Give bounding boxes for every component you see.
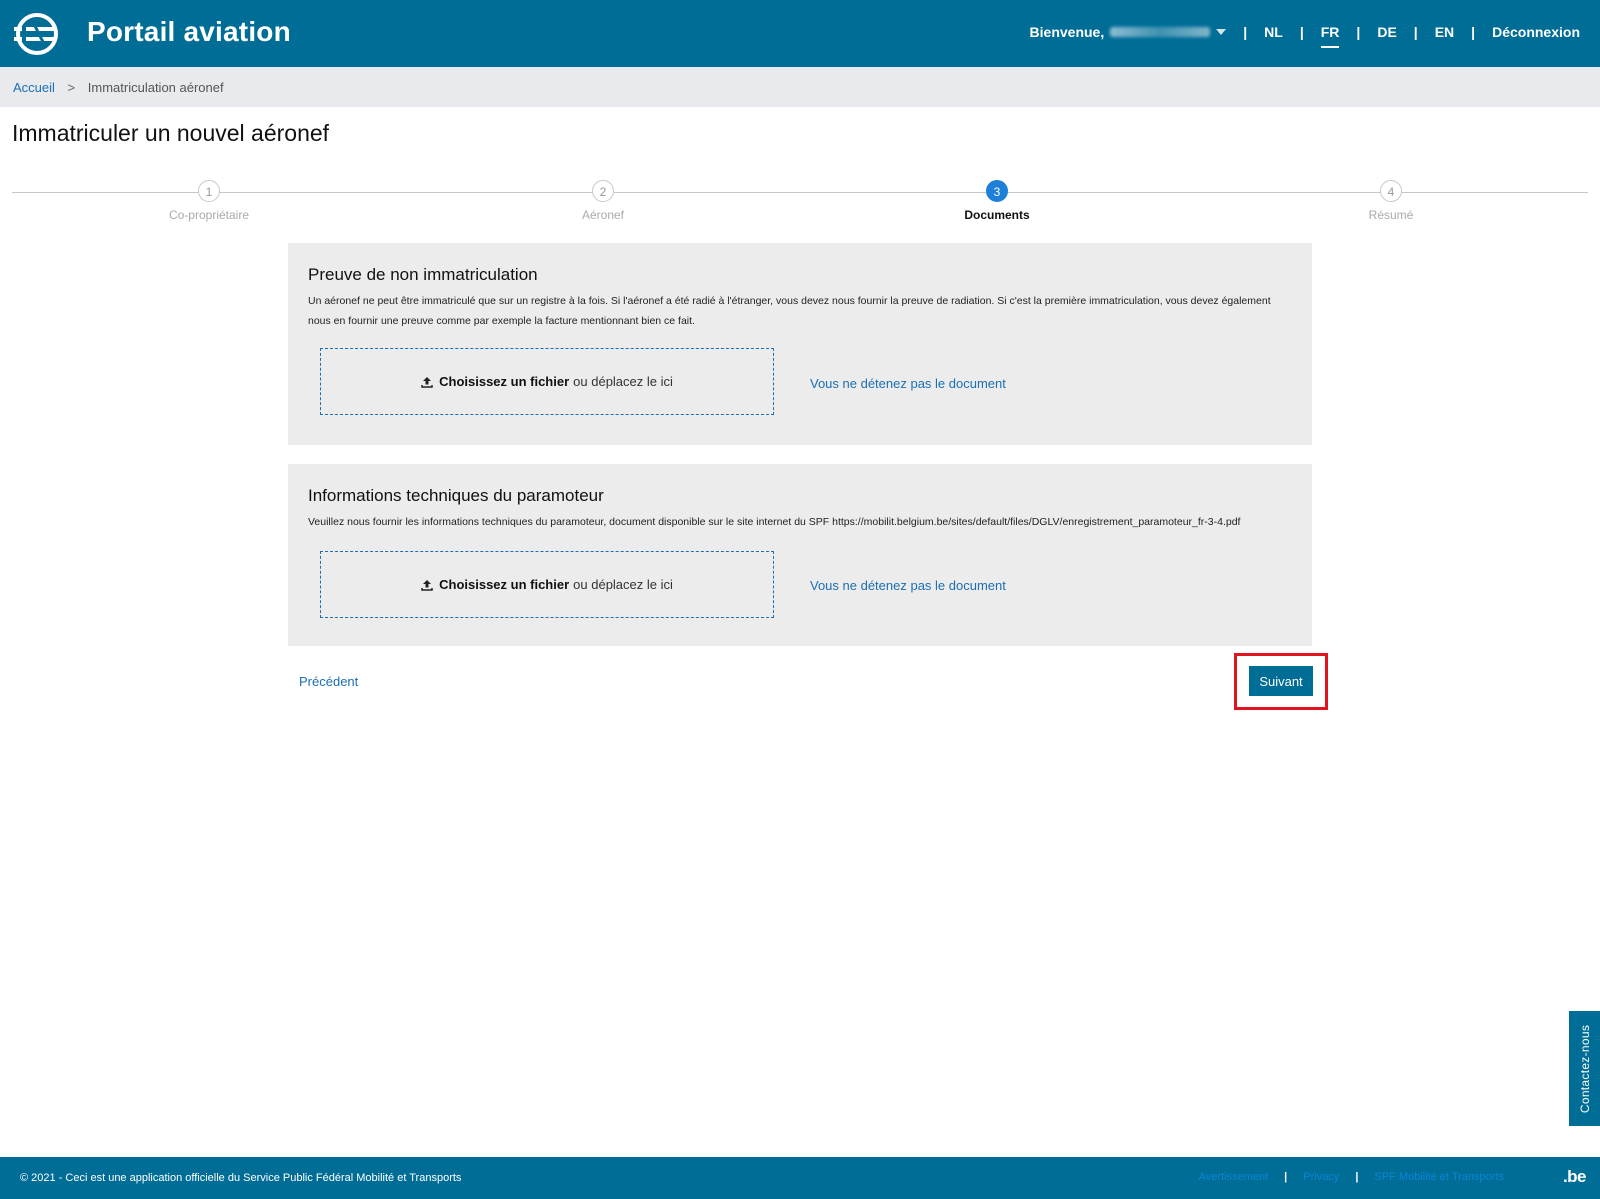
page-title: Immatriculer un nouvel aéronef xyxy=(12,120,330,146)
no-document-link[interactable]: Vous ne détenez pas le document xyxy=(810,376,1006,391)
nav-separator: | xyxy=(1471,24,1476,40)
section-description: Veuillez nous fournir les informations t… xyxy=(308,516,1241,528)
top-navigation: Bienvenue, | NL | FR | DE | EN | Déconne… xyxy=(1030,24,1580,48)
step-co-proprietaire: 1 Co-propriétaire xyxy=(149,180,269,222)
user-name-redacted xyxy=(1110,27,1211,37)
user-menu[interactable]: Bienvenue, xyxy=(1030,24,1227,40)
footer-link-disclaimer[interactable]: Avertissement xyxy=(1199,1171,1269,1183)
step-number: 2 xyxy=(592,180,614,202)
drop-here-label: ou déplacez le ici xyxy=(573,577,673,592)
progress-stepper: 1 Co-propriétaire 2 Aéronef 3 Documents … xyxy=(12,180,1588,225)
nav-separator: | xyxy=(1413,24,1418,40)
lang-fr[interactable]: FR xyxy=(1320,24,1339,48)
section-description: Un aéronef ne peut être immatriculé que … xyxy=(308,295,1271,327)
step-aeronef: 2 Aéronef xyxy=(543,180,663,222)
footer-link-spf[interactable]: SPF Mobilité et Transports xyxy=(1374,1171,1504,1183)
choose-file-label[interactable]: Choisissez un fichier xyxy=(439,374,569,389)
footer-separator: | xyxy=(1355,1171,1359,1183)
nav-separator: | xyxy=(1356,24,1361,40)
portal-logo-icon[interactable] xyxy=(12,12,58,56)
nav-separator: | xyxy=(1299,24,1304,40)
nav-separator: | xyxy=(1243,24,1248,40)
section-title: Informations techniques du paramoteur xyxy=(308,486,604,505)
step-number: 1 xyxy=(198,180,220,202)
contact-us-label: Contactez-nous xyxy=(1577,1024,1592,1113)
no-document-link[interactable]: Vous ne détenez pas le document xyxy=(810,578,1006,593)
step-number: 4 xyxy=(1380,180,1402,202)
next-button[interactable]: Suivant xyxy=(1249,666,1313,696)
step-resume: 4 Résumé xyxy=(1331,180,1451,222)
logout-link[interactable]: Déconnexion xyxy=(1492,24,1580,40)
app-title: Portail aviation xyxy=(87,16,291,47)
upload-icon xyxy=(421,579,433,591)
breadcrumb: Accueil > Immatriculation aéronef xyxy=(0,67,1600,107)
footer-copyright: © 2021 - Ceci est une application offici… xyxy=(20,1172,462,1184)
breadcrumb-current: Immatriculation aéronef xyxy=(87,80,224,95)
lang-de[interactable]: DE xyxy=(1377,24,1396,40)
section-title: Preuve de non immatriculation xyxy=(308,265,538,284)
footer-links: Avertissement | Privacy | SPF Mobilité e… xyxy=(1199,1171,1504,1183)
choose-file-label[interactable]: Choisissez un fichier xyxy=(439,577,569,592)
upload-icon xyxy=(421,376,433,388)
step-label: Résumé xyxy=(1368,208,1414,222)
footer-link-privacy[interactable]: Privacy xyxy=(1303,1171,1339,1183)
footer: © 2021 - Ceci est une application offici… xyxy=(0,1157,1600,1199)
welcome-label: Bienvenue, xyxy=(1029,24,1105,40)
be-logo[interactable]: .be xyxy=(1563,1167,1587,1187)
lang-nl[interactable]: NL xyxy=(1264,24,1283,40)
step-label: Co-propriétaire xyxy=(168,208,250,222)
section-technical-info: Informations techniques du paramoteur Ve… xyxy=(288,464,1312,646)
contact-us-tab[interactable]: Contactez-nous xyxy=(1569,1011,1600,1126)
breadcrumb-separator: > xyxy=(67,80,76,95)
step-label: Aéronef xyxy=(581,208,625,222)
step-number: 3 xyxy=(986,180,1008,202)
step-documents: 3 Documents xyxy=(937,180,1057,222)
section-proof-non-registration: Preuve de non immatriculation Un aéronef… xyxy=(288,243,1312,445)
file-dropzone[interactable]: Choisissez un fichier ou déplacez le ici xyxy=(320,348,774,415)
footer-separator: | xyxy=(1284,1171,1288,1183)
step-label: Documents xyxy=(964,208,1030,222)
breadcrumb-home-link[interactable]: Accueil xyxy=(13,80,55,95)
drop-here-label: ou déplacez le ici xyxy=(573,374,673,389)
lang-en[interactable]: EN xyxy=(1435,24,1454,40)
top-header: Portail aviation Bienvenue, | NL | FR | … xyxy=(0,0,1600,67)
previous-link[interactable]: Précédent xyxy=(299,674,358,689)
caret-down-icon[interactable] xyxy=(1216,29,1227,35)
file-dropzone[interactable]: Choisissez un fichier ou déplacez le ici xyxy=(320,551,774,618)
